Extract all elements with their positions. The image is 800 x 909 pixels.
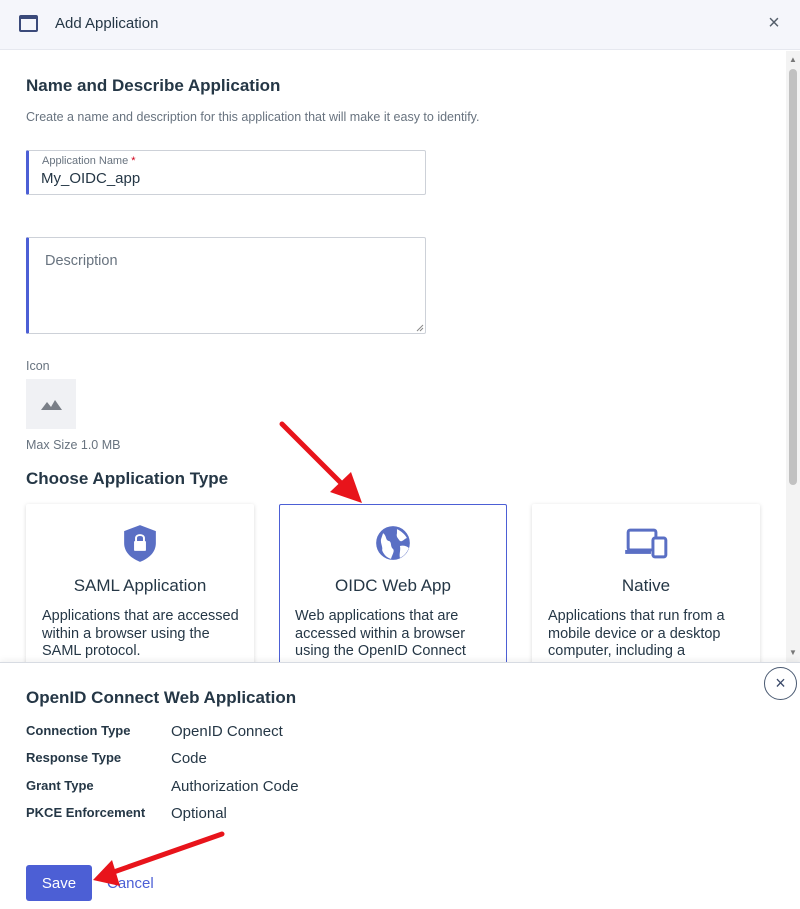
details-panel: OpenID Connect Web Application × Connect… <box>0 662 800 909</box>
card-saml-application[interactable]: SAML Application Applications that are a… <box>26 504 254 662</box>
close-circle-icon[interactable]: × <box>764 667 797 700</box>
cancel-button[interactable]: Cancel <box>107 875 154 892</box>
detail-key-connection-type: Connection Type <box>26 723 131 738</box>
card-title: Native <box>621 576 671 595</box>
description-field[interactable]: Description <box>26 237 426 334</box>
content-scrollbar[interactable]: ▲ ▼ <box>786 51 800 662</box>
scroll-up-icon[interactable]: ▲ <box>789 55 797 64</box>
devices-icon <box>625 528 668 559</box>
section-heading-name: Name and Describe Application <box>26 76 281 95</box>
icon-upload[interactable] <box>26 379 76 429</box>
description-placeholder: Description <box>45 253 118 269</box>
scrollbar-thumb[interactable] <box>789 69 797 485</box>
scroll-down-icon[interactable]: ▼ <box>789 648 797 657</box>
detail-value-grant-type: Authorization Code <box>171 778 299 795</box>
card-oidc-web-app[interactable]: OIDC Web App Web applications that are a… <box>279 504 507 662</box>
icon-max-size: Max Size 1.0 MB <box>26 438 121 452</box>
shield-lock-icon <box>124 525 156 562</box>
dialog-title: Add Application <box>55 15 159 32</box>
section-heading-type: Choose Application Type <box>26 469 229 488</box>
details-panel-title: OpenID Connect Web Application <box>26 688 297 707</box>
dialog-content: Name and Describe Application Create a n… <box>0 51 786 662</box>
dialog-titlebar: Add Application × <box>0 0 800 50</box>
required-mark: * <box>131 155 136 167</box>
application-name-field[interactable]: Application Name * My_OIDC_app <box>26 150 426 195</box>
detail-value-response-type: Code <box>171 750 207 767</box>
card-description: Applications that are accessed within a … <box>42 608 239 659</box>
card-title: OIDC Web App <box>335 576 451 595</box>
window-icon <box>19 15 38 32</box>
save-button[interactable]: Save <box>26 865 92 901</box>
section-subheading: Create a name and description for this a… <box>26 110 480 124</box>
application-name-value[interactable]: My_OIDC_app <box>41 170 140 187</box>
image-placeholder-icon <box>41 400 62 410</box>
resize-handle-icon[interactable] <box>416 324 424 332</box>
detail-key-pkce-enforcement: PKCE Enforcement <box>26 805 146 820</box>
icon-label: Icon <box>26 359 50 373</box>
detail-value-pkce-enforcement: Optional <box>171 805 227 822</box>
application-name-label: Application Name * <box>42 155 136 167</box>
close-icon[interactable]: × <box>764 13 784 33</box>
card-description: Applications that run from a mobile devi… <box>548 608 725 659</box>
detail-value-connection-type: OpenID Connect <box>171 723 283 740</box>
detail-key-grant-type: Grant Type <box>26 778 94 793</box>
card-title: SAML Application <box>73 576 207 595</box>
card-native[interactable]: Native Applications that run from a mobi… <box>532 504 760 662</box>
globe-icon <box>376 526 410 560</box>
card-description: Web applications that are accessed withi… <box>295 608 466 659</box>
detail-key-response-type: Response Type <box>26 750 122 765</box>
